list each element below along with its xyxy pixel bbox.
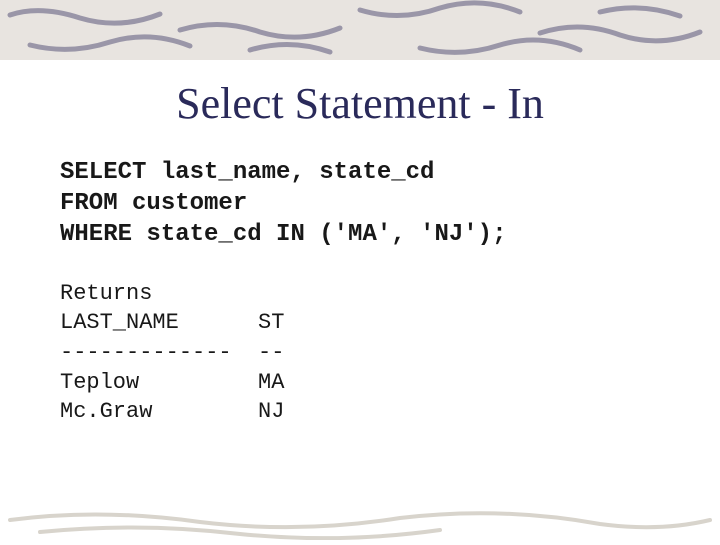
slide-content: SELECT last_name, state_cd FROM customer… — [0, 157, 720, 427]
query-results: Returns LAST_NAME ST ------------- -- Te… — [60, 279, 680, 427]
result-row-name: Teplow — [60, 370, 139, 395]
result-row-name: Mc.Graw — [60, 399, 152, 424]
result-header-col1: LAST_NAME — [60, 310, 179, 335]
returns-label: Returns — [60, 281, 152, 306]
slide-top-border — [0, 0, 720, 60]
sql-line-3: WHERE state_cd IN ('MA', 'NJ'); — [60, 221, 506, 248]
sql-line-2: FROM customer — [60, 190, 247, 217]
result-header-col2: ST — [258, 310, 284, 335]
sql-line-1: SELECT last_name, state_cd — [60, 159, 434, 186]
slide-title: Select Statement - In — [0, 78, 720, 129]
sql-code: SELECT last_name, state_cd FROM customer… — [60, 157, 680, 251]
result-row-st: NJ — [258, 399, 284, 424]
result-divider-col1: ------------- — [60, 340, 232, 365]
result-row-st: MA — [258, 370, 284, 395]
result-divider-col2: -- — [258, 340, 284, 365]
slide-bottom-border — [0, 500, 720, 540]
